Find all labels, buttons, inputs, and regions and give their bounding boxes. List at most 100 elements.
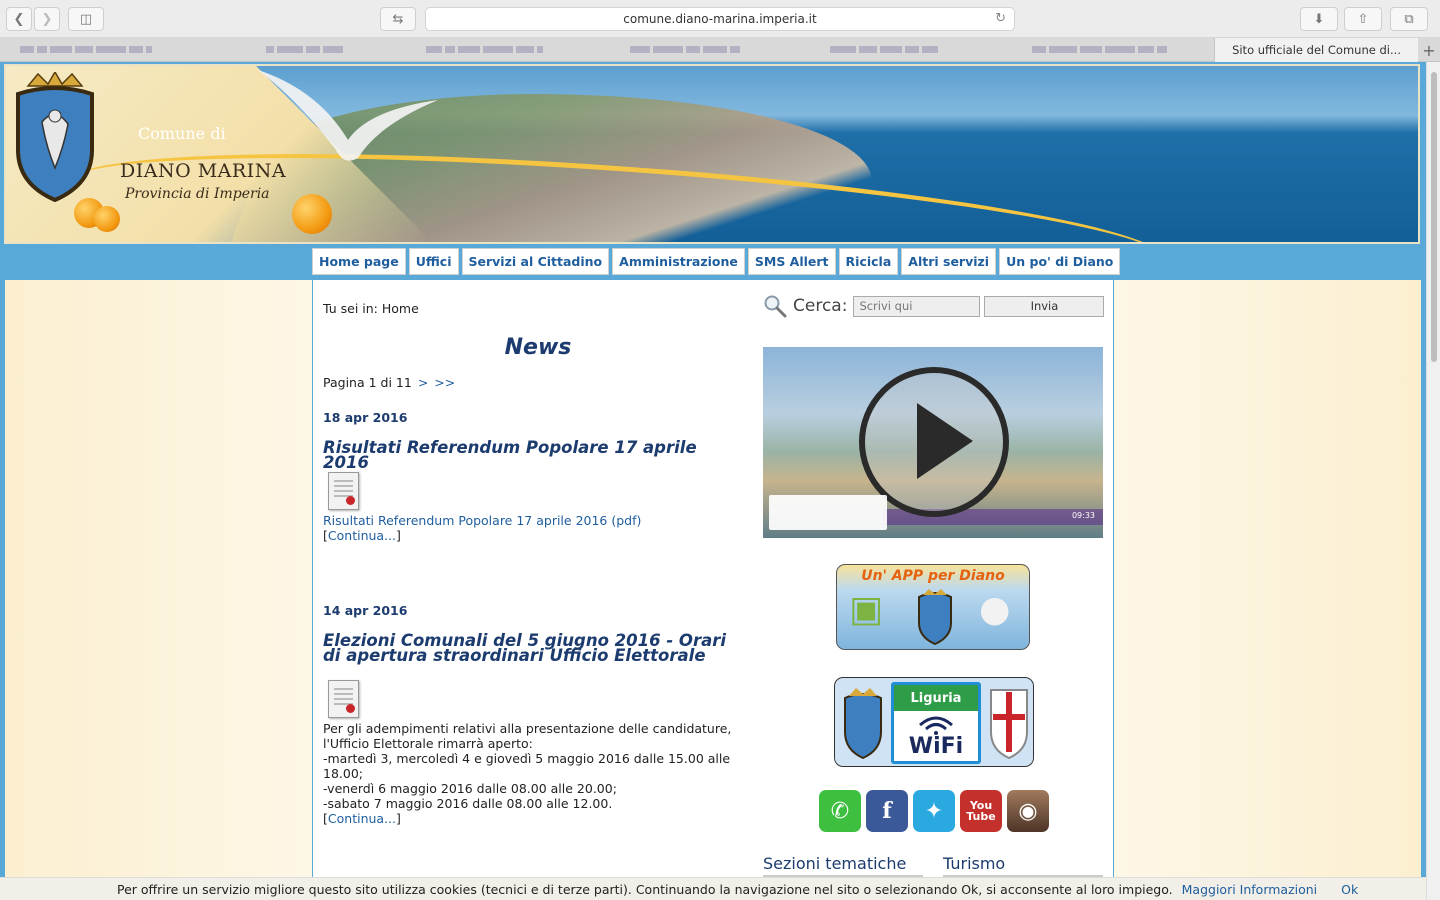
tabs-icon: ⧉ <box>1404 11 1414 27</box>
document-icon[interactable] <box>328 472 359 510</box>
news-body-line: Per gli adempimenti relativi alla presen… <box>323 721 732 736</box>
coat-of-arms-logo <box>16 72 94 202</box>
main-nav: Home page Uffici Servizi al Cittadino Am… <box>312 248 1121 275</box>
section-tematiche-title[interactable]: Sezioni tematiche <box>763 854 923 878</box>
whatsapp-icon[interactable]: ✆ <box>819 790 861 832</box>
app-promo-banner[interactable]: Un' APP per Diano ▣ ● <box>836 564 1030 650</box>
banner-comune-di: Comune di <box>138 124 226 143</box>
chevron-left-icon: ❮ <box>13 11 25 27</box>
sidebar-icon: ◫ <box>79 11 93 27</box>
news-date: 14 apr 2016 <box>323 603 408 618</box>
share-button[interactable]: ⇧ <box>1344 7 1382 31</box>
wifi-label: WiFi <box>908 734 964 759</box>
reader-button[interactable]: ⇆ <box>380 7 416 31</box>
nav-amministrazione[interactable]: Amministrazione <box>612 248 745 275</box>
app-promo-title: Un' APP per Diano <box>861 568 1005 584</box>
content-area: Tu sei in: Home News Pagina 1 di 11 > >> 1… <box>312 280 1114 900</box>
forward-button[interactable]: ❯ <box>34 7 60 31</box>
reload-icon[interactable]: ↻ <box>995 11 1006 26</box>
nav-altri-servizi[interactable]: Altri servizi <box>901 248 997 275</box>
continue-link[interactable]: Continua... <box>328 528 396 543</box>
nav-sms-allert[interactable]: SMS Allert <box>747 248 836 275</box>
tab-blurred-3[interactable] <box>426 46 543 54</box>
page-scrollbar[interactable] <box>1426 62 1440 900</box>
url-text: comune.diano-marina.imperia.it <box>623 12 817 26</box>
instagram-icon[interactable]: ◉ <box>1007 790 1049 832</box>
tabs-overview-button[interactable]: ⧉ <box>1390 7 1428 31</box>
sponsor-logos <box>769 495 887 530</box>
news-body: Per gli adempimenti relativi alla presen… <box>323 721 743 811</box>
search-input[interactable] <box>853 295 981 317</box>
news-title: News <box>504 335 572 360</box>
orange-decoration <box>292 194 332 234</box>
news-body-line: -venerdì 6 maggio 2016 dalle 08.00 alle … <box>323 781 617 796</box>
address-bar[interactable]: comune.diano-marina.imperia.it ↻ <box>425 7 1015 31</box>
cookie-more-info-link[interactable]: Maggiori Informazioni <box>1182 882 1318 897</box>
swap-arrows-icon: ⇆ <box>392 11 404 27</box>
social-links: ✆ f ✦ You Tube ◉ <box>819 790 1049 832</box>
continue-link-wrap: [Continua...] <box>323 528 401 543</box>
document-icon[interactable] <box>328 680 359 718</box>
apple-icon: ● <box>979 589 1011 630</box>
web-page: Comune di DIANO MARINA Provincia di Impe… <box>0 62 1426 900</box>
news-body-line: 18.00; <box>323 766 363 781</box>
tab-blurred-2[interactable] <box>266 46 343 54</box>
tab-blurred-5[interactable] <box>830 46 938 54</box>
tab-strip: Sito ufficiale del Comune di... + <box>0 38 1440 62</box>
nav-uffici[interactable]: Uffici <box>408 248 459 275</box>
nav-ricicla[interactable]: Ricicla <box>838 248 899 275</box>
news-body-line: -martedì 3, mercoledì 4 e giovedì 5 magg… <box>323 751 731 766</box>
tab-active[interactable]: Sito ufficiale del Comune di... <box>1214 38 1418 62</box>
news-headline[interactable]: Risultati Referendum Popolare 17 aprile … <box>323 439 743 471</box>
news-date: 18 apr 2016 <box>323 410 408 425</box>
chevron-right-icon: ❯ <box>41 11 53 27</box>
youtube-icon[interactable]: You Tube <box>960 790 1002 832</box>
continue-link-wrap: [Continua...] <box>323 811 401 826</box>
header-banner: Comune di DIANO MARINA Provincia di Impe… <box>4 64 1420 244</box>
share-icon: ⇧ <box>1357 11 1369 27</box>
region-liguria-emblem <box>990 689 1028 760</box>
section-turismo-title[interactable]: Turismo <box>943 854 1103 878</box>
crest-icon <box>918 589 952 645</box>
orange-decoration <box>94 206 120 232</box>
nav-servizi-cittadino[interactable]: Servizi al Cittadino <box>461 248 610 275</box>
scrollbar-thumb[interactable] <box>1431 72 1437 362</box>
facebook-icon[interactable]: f <box>866 790 908 832</box>
search-submit-button[interactable]: Invia <box>984 295 1105 317</box>
pagination-text: Pagina 1 di 11 <box>323 375 412 390</box>
news-body-line: l'Ufficio Elettorale rimarrà aperto: <box>323 736 533 751</box>
pdf-link[interactable]: Risultati Referendum Popolare 17 aprile … <box>323 513 641 528</box>
breadcrumb: Tu sei in: Home <box>323 301 419 316</box>
sidebar-toggle-button[interactable]: ◫ <box>68 7 104 31</box>
video-timecode: 09:33 <box>1071 511 1095 520</box>
pagination-next[interactable]: > <box>418 375 428 390</box>
wifi-icon <box>919 716 953 735</box>
continue-link[interactable]: Continua... <box>328 811 396 826</box>
download-icon: ⬇ <box>1313 11 1325 27</box>
seagull-image <box>258 70 438 161</box>
cookie-ok-button[interactable]: Ok <box>1341 882 1358 897</box>
twitter-icon[interactable]: ✦ <box>913 790 955 832</box>
crest-icon <box>844 688 882 760</box>
webcam-video[interactable]: 09:33 <box>763 347 1103 538</box>
news-headline[interactable]: Elezioni Comunali del 5 giugno 2016 - Or… <box>323 632 743 664</box>
downloads-button[interactable]: ⬇ <box>1300 7 1338 31</box>
nav-un-po-di-diano[interactable]: Un po' di Diano <box>999 248 1121 275</box>
pagination-last[interactable]: >> <box>434 375 455 390</box>
cookie-banner: Per offrire un servizio migliore questo … <box>0 877 1426 900</box>
tab-blurred-4[interactable] <box>630 46 740 54</box>
back-button[interactable]: ❮ <box>6 7 32 31</box>
magnifier-icon <box>764 295 787 318</box>
banner-town-name: DIANO MARINA <box>120 160 287 182</box>
new-tab-button[interactable]: + <box>1418 38 1440 62</box>
banner-province: Provincia di Imperia <box>125 186 270 202</box>
cookie-message: Per offrire un servizio migliore questo … <box>117 881 1173 897</box>
wifi-panel: Liguria WiFi <box>891 682 981 764</box>
browser-toolbar: ❮ ❯ ◫ ⇆ comune.diano-marina.imperia.it ↻… <box>0 0 1440 38</box>
liguria-wifi-banner[interactable]: Liguria WiFi <box>834 677 1034 767</box>
tab-blurred-6[interactable] <box>1032 46 1167 54</box>
android-icon: ▣ <box>849 589 884 630</box>
search-label: Cerca: <box>793 296 848 316</box>
nav-home[interactable]: Home page <box>312 248 406 275</box>
tab-blurred-1[interactable] <box>20 46 152 54</box>
